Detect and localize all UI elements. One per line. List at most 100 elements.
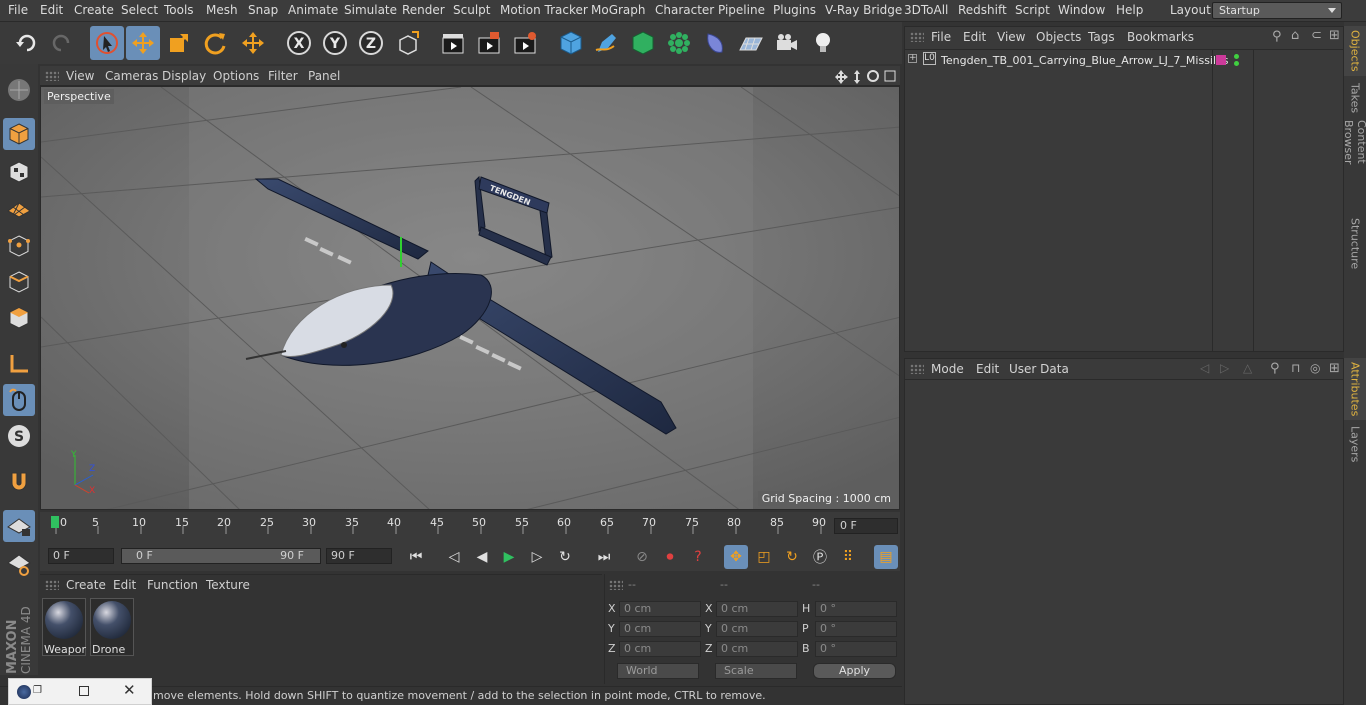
search-icon[interactable]: ⚲ <box>1270 361 1280 376</box>
menu-tools[interactable]: Tools <box>164 3 194 17</box>
start-frame-field[interactable]: 0 F <box>48 548 114 564</box>
coordinate-space-dropdown[interactable]: World <box>617 663 699 679</box>
viewport-menu-panel[interactable]: Panel <box>308 69 340 83</box>
deformer-button[interactable] <box>698 26 732 60</box>
viewport-nav-icons[interactable] <box>835 68 897 84</box>
apply-button[interactable]: Apply <box>813 663 896 679</box>
menu-help[interactable]: Help <box>1116 3 1143 17</box>
cloner-button[interactable] <box>662 26 696 60</box>
frame-range-slider[interactable]: 0 F 90 F <box>121 548 321 564</box>
points-mode-button[interactable] <box>3 230 35 262</box>
link-icon[interactable]: ⊂ <box>1311 28 1322 43</box>
polygons-mode-button[interactable] <box>3 302 35 334</box>
menu-script[interactable]: Script <box>1015 3 1050 17</box>
rotation-b-field[interactable]: 0 ° <box>815 641 897 657</box>
locked-workplane-button[interactable] <box>3 510 35 542</box>
material-menu-create[interactable]: Create <box>66 578 106 592</box>
model-mode-button[interactable] <box>3 118 35 150</box>
pen-tool-button[interactable] <box>590 26 624 60</box>
menu-create[interactable]: Create <box>74 3 114 17</box>
viewport-menu-options[interactable]: Options <box>213 69 259 83</box>
target-icon[interactable]: ◎ <box>1310 361 1320 375</box>
key-rotation-button[interactable]: ↻ <box>780 545 804 569</box>
objects-menu-tags[interactable]: Tags <box>1088 30 1115 44</box>
camera-button[interactable] <box>770 26 804 60</box>
autokey-button[interactable]: ? <box>686 545 710 569</box>
render-settings-button[interactable] <box>508 26 542 60</box>
viewport-menu-view[interactable]: View <box>66 69 94 83</box>
z-axis-button[interactable]: Z <box>354 26 388 60</box>
attributes-menu-edit[interactable]: Edit <box>976 362 999 376</box>
menu-motion-tracker[interactable]: Motion Tracker <box>500 3 588 17</box>
go-to-end-button[interactable]: ⏭ <box>592 545 616 569</box>
position-y-field[interactable]: 0 cm <box>619 621 701 637</box>
edges-mode-button[interactable] <box>3 266 35 298</box>
planar-workplane-button[interactable] <box>3 548 35 580</box>
live-selection-button[interactable] <box>90 26 124 60</box>
material-menu-texture[interactable]: Texture <box>206 578 250 592</box>
expand-icon[interactable]: + <box>908 54 917 63</box>
menu-select[interactable]: Select <box>121 3 158 17</box>
playhead-marker[interactable] <box>51 516 59 528</box>
menu-redshift[interactable]: Redshift <box>958 3 1007 17</box>
up-arrow-icon[interactable]: △ <box>1243 361 1252 375</box>
go-to-start-button[interactable]: ⏮ <box>404 545 428 569</box>
attributes-menu-mode[interactable]: Mode <box>931 362 964 376</box>
menu-animate[interactable]: Animate <box>288 3 338 17</box>
menu-character[interactable]: Character <box>655 3 714 17</box>
tab-objects[interactable]: Objects <box>1344 26 1366 76</box>
maximize-icon[interactable] <box>79 686 89 696</box>
attributes-menu-user-data[interactable]: User Data <box>1009 362 1069 376</box>
floor-button[interactable] <box>734 26 768 60</box>
tab-structure[interactable]: Structure <box>1344 214 1366 274</box>
viewport-menu-display[interactable]: Display <box>162 69 206 83</box>
new-panel-icon[interactable]: ⊞ <box>1329 361 1340 376</box>
restore-icon[interactable]: ❐ <box>33 685 42 696</box>
lock-icon[interactable]: ⊓ <box>1291 361 1300 375</box>
perspective-viewport[interactable]: TENGDEN Y Z X Perspective Grid Spacing:… <box>40 86 900 510</box>
objects-menu-bookmarks[interactable]: Bookmarks <box>1127 30 1194 44</box>
cube-button[interactable] <box>554 26 588 60</box>
next-key-button[interactable]: ↻ <box>553 545 577 569</box>
minimized-window-bar[interactable]: ❐ ✕ <box>8 678 152 705</box>
back-arrow-icon[interactable]: ◁ <box>1200 361 1209 375</box>
end-frame-field[interactable]: 90 F <box>326 548 392 564</box>
key-scale-button[interactable]: ◰ <box>752 545 776 569</box>
light-button[interactable] <box>806 26 840 60</box>
editor-visibility-dot[interactable] <box>1234 54 1239 59</box>
menu-3dtoall[interactable]: 3DToAll <box>904 3 948 17</box>
transform-mode-dropdown[interactable]: Scale <box>715 663 797 679</box>
timeline-window-button[interactable]: ▤ <box>874 545 898 569</box>
menu-render[interactable]: Render <box>402 3 445 17</box>
render-region-button[interactable] <box>472 26 506 60</box>
undo-button[interactable] <box>10 26 44 60</box>
position-x-field[interactable]: 0 cm <box>619 601 701 617</box>
subdivision-button[interactable] <box>626 26 660 60</box>
scale-x-field[interactable]: 0 cm <box>716 601 798 617</box>
menu-vray-bridge[interactable]: V-Ray Bridge <box>825 3 902 17</box>
record-button[interactable]: ⏺ <box>658 545 682 569</box>
previous-frame-button[interactable]: ◀ <box>470 545 494 569</box>
next-frame-button[interactable]: ▷ <box>525 545 549 569</box>
object-name[interactable]: Tengden_TB_001_Carrying_Blue_Arrow_LJ_7_… <box>941 54 1229 67</box>
texture-mode-button[interactable] <box>3 156 35 188</box>
transform-tool-button[interactable] <box>236 26 270 60</box>
search-icon[interactable]: ⚲ <box>1272 29 1282 44</box>
rotation-p-field[interactable]: 0 ° <box>815 621 897 637</box>
play-button[interactable]: ▶ <box>497 545 521 569</box>
material-swatch[interactable]: Drone <box>90 598 134 656</box>
scale-y-field[interactable]: 0 cm <box>716 621 798 637</box>
keyframe-disabled-button[interactable]: ⊘ <box>630 545 654 569</box>
menu-sculpt[interactable]: Sculpt <box>453 3 490 17</box>
objects-menu-edit[interactable]: Edit <box>963 30 986 44</box>
current-frame-field[interactable]: 0 F <box>834 518 898 534</box>
workplane-button[interactable] <box>3 192 35 224</box>
scale-tool-button[interactable] <box>162 26 196 60</box>
move-tool-button[interactable] <box>126 26 160 60</box>
snap-button[interactable] <box>3 466 35 498</box>
axis-mode-button[interactable] <box>3 348 35 380</box>
objects-menu-view[interactable]: View <box>997 30 1025 44</box>
previous-key-button[interactable]: ◁ <box>442 545 466 569</box>
key-position-button[interactable]: ✥ <box>724 545 748 569</box>
rotate-tool-button[interactable] <box>198 26 232 60</box>
